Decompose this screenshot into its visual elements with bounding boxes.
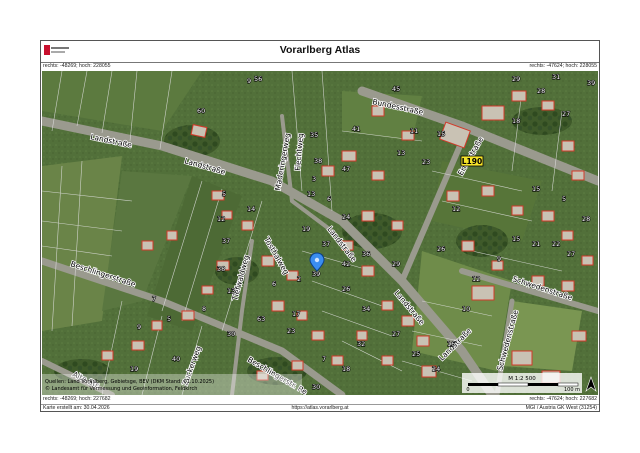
house-number: 13 [397,149,405,157]
house-number: 22 [552,240,560,248]
house-number: 14 [247,205,255,213]
house-number: 13 [227,287,235,295]
house-number: 11 [410,127,418,135]
house-number: 25 [412,350,420,358]
house-number: 56 [254,75,262,83]
house-number: 23 [287,327,295,335]
house-number: 60 [197,107,205,115]
scale-zero: 0 [466,387,469,393]
house-number: 12 [472,275,480,283]
map-sheet: Vorarlberg Atlas rechts: -48269; hoch: 2… [40,40,600,412]
house-number: 8 [202,305,206,313]
house-number: 3 [312,175,316,183]
house-number: 9 [137,323,141,331]
house-number: 47 [342,165,350,173]
house-number: 19 [130,365,138,373]
house-number: 45 [392,85,400,93]
house-number: 39 [312,270,320,278]
house-number: 41 [352,125,360,133]
house-number: 27 [392,330,400,338]
road-badge-label: L190 [462,157,482,166]
house-number: 7 [322,355,326,363]
house-number: 30 [227,330,235,338]
house-number: 15 [512,235,520,243]
house-number: 28 [582,215,590,223]
house-number: 31 [552,73,560,81]
house-number: 18 [342,365,350,373]
house-number: 26 [342,285,350,293]
house-number: 24 [342,213,350,221]
house-number: 26 [437,245,445,253]
house-number: 37 [222,237,230,245]
house-number: 63 [257,315,265,323]
house-number: 9 [497,255,501,263]
house-number: 5 [167,315,171,323]
coord-bottom-right: rechts: -47624; hoch: 227682 [529,396,598,402]
coord-top-left: rechts: -48269; hoch: 228055 [43,63,111,69]
house-number: 18 [512,117,520,125]
house-number: 6 [327,195,331,203]
page-title: Vorarlberg Atlas [279,44,361,56]
credits-line-1: Quellen: Land Vorarlberg, Gebietsge, BEV… [45,379,214,385]
house-number: 5 [222,190,226,198]
house-number: 29 [512,75,520,83]
house-number: 15 [437,130,445,138]
coord-top-right: rechts: -47624; hoch: 228055 [529,63,598,69]
house-number: 30 [312,383,320,391]
house-number: 15 [532,185,540,193]
house-number: 5 [562,195,566,203]
coord-bottom-left: rechts: -48269; hoch: 227682 [43,396,111,402]
house-number: 39 [587,79,595,87]
house-number: 36 [362,250,370,258]
house-number: 42 [342,260,350,268]
atlas-url-link[interactable]: https://atlas.vorarlberg.at [41,405,599,411]
house-number: 38 [314,157,322,165]
house-number: 10 [462,305,470,313]
scale-ratio: M 1:2 500 [508,376,536,382]
house-number: 13 [307,190,315,198]
house-number: 38 [217,265,225,273]
map-view[interactable]: Bundesstraße Landstraße Landstraße Lands… [42,71,598,395]
scale-end: 100 m [564,387,580,393]
aerial-map[interactable]: Bundesstraße Landstraße Landstraße Lands… [42,71,598,395]
credits-line-2: © Landesamt für Vermessung und Geoinform… [45,385,197,392]
house-number: 27 [562,110,570,118]
house-number: 16 [447,340,455,348]
house-number: 40 [172,355,180,363]
house-number: 29 [392,260,400,268]
house-number: 28 [537,87,545,95]
crs-label: MGI / Austria GK West (31254) [525,405,597,411]
house-number: 17 [292,310,300,318]
footer: Karte erstellt am: 30.04.2026 https://at… [41,404,599,413]
title-bar: Vorarlberg Atlas [41,41,599,63]
top-coordinates: rechts: -48269; hoch: 228055 rechts: -47… [41,62,599,71]
house-number: 21 [532,240,540,248]
house-number: 34 [362,305,370,313]
house-number: 24 [432,365,440,373]
house-number: 32 [357,340,365,348]
house-number: 37 [322,240,330,248]
house-number: 35 [310,131,318,139]
bottom-coordinates: rechts: -48269; hoch: 227682 rechts: -47… [41,396,599,404]
house-number: 12 [452,205,460,213]
house-number: 12 [217,215,225,223]
house-number: 7 [152,295,156,303]
map-credits: Quellen: Land Vorarlberg, Gebietsge, BEV… [42,374,302,395]
house-number: 23 [422,158,430,166]
scale-bar: M 1:2 500 0 100 m [462,373,582,393]
house-number: 9 [247,77,251,85]
house-number: 27 [567,250,575,258]
house-number: 19 [302,225,310,233]
house-number: 6 [272,280,276,288]
road-badge-l190: L190 [460,155,484,167]
house-number: 2 [297,275,301,283]
